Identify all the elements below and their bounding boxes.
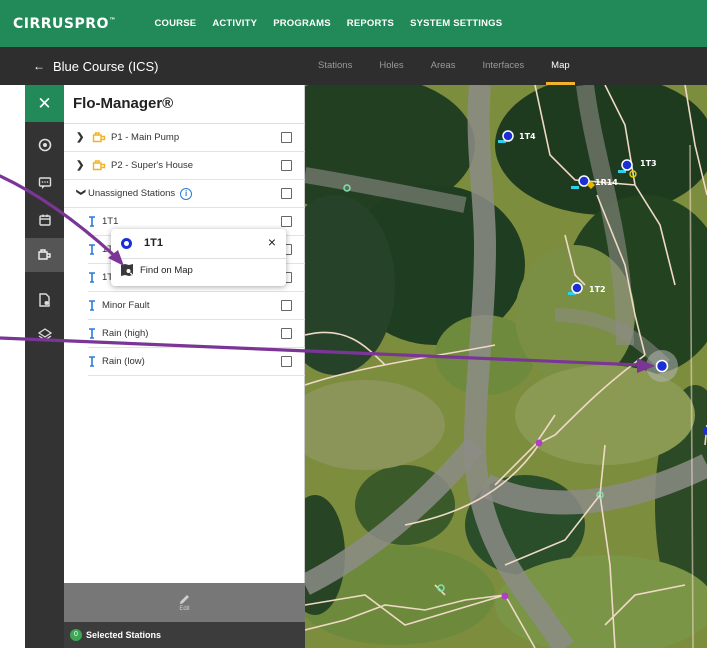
pump-icon [92, 132, 106, 143]
sprinkler-icon [89, 328, 95, 339]
rail-calendar-button[interactable] [25, 203, 64, 237]
sprinkler-icon [89, 272, 95, 283]
nav-programs[interactable]: PROGRAMS [273, 18, 331, 29]
selected-count-badge: 0 [70, 629, 82, 641]
map-search-icon[interactable] [120, 263, 134, 277]
tab-interfaces[interactable]: Interfaces [482, 47, 524, 85]
logo-text-cirrus: CIRRUS [13, 15, 75, 32]
flo-manager-panel: Flo-Manager® ❯ P1 - Main Pump ❯ P2 - Sup… [64, 85, 305, 648]
pencil-icon [180, 594, 189, 604]
edit-button[interactable]: Edit [64, 583, 305, 622]
course-subbar: ← Blue Course (ICS) Stations Holes Areas… [0, 47, 707, 85]
pump-checkbox[interactable] [281, 160, 292, 171]
station-checkbox[interactable] [281, 356, 292, 367]
tab-map[interactable]: Map [546, 47, 576, 85]
logo-trademark: ™ [108, 15, 117, 24]
station-label: 1T1 [102, 216, 119, 227]
pump-row[interactable]: ❯ P1 - Main Pump [64, 124, 305, 152]
cirruspro-logo[interactable]: CIRRUSPRO™ [13, 16, 116, 32]
nav-activity[interactable]: ACTIVITY [212, 18, 257, 29]
station-marker-icon [121, 238, 132, 249]
rail-pump-button[interactable] [25, 238, 64, 272]
pump-icon [38, 249, 51, 260]
course-tabs: Stations Holes Areas Interfaces Map [318, 47, 576, 85]
left-margin [0, 85, 25, 648]
unassigned-checkbox[interactable] [281, 188, 292, 199]
tab-stations[interactable]: Stations [318, 47, 352, 85]
document-icon [39, 293, 50, 307]
close-panel-button[interactable]: ✕ [25, 85, 64, 122]
pump-label: P2 - Super's House [111, 160, 194, 171]
rail-chat-button[interactable] [25, 166, 64, 200]
unassigned-stations-label: Unassigned Stations [88, 188, 176, 199]
station-popup: 1T1 × Find on Map [111, 229, 286, 286]
pump-icon [92, 160, 106, 171]
logo-text-pro: PRO [74, 15, 109, 32]
pump-checkbox[interactable] [281, 132, 292, 143]
calendar-icon [38, 214, 51, 226]
icon-rail: ✕ [25, 85, 64, 648]
close-icon: ✕ [37, 94, 52, 113]
selected-stations-bar: 0 Selected Stations [64, 622, 305, 648]
tab-holes[interactable]: Holes [379, 47, 403, 85]
station-row[interactable]: Minor Fault [88, 292, 305, 320]
rail-target-button[interactable] [25, 128, 64, 162]
pump-row[interactable]: ❯ P2 - Super's House [64, 152, 305, 180]
layers-icon [37, 328, 52, 341]
station-label: Rain (low) [102, 356, 145, 367]
marker-label: 1R14 [595, 178, 618, 187]
nav-system-settings[interactable]: SYSTEM SETTINGS [410, 18, 502, 29]
station-label: Minor Fault [102, 300, 150, 311]
chat-icon [38, 177, 51, 189]
find-on-map-button[interactable]: Find on Map [140, 265, 193, 276]
sprinkler-icon [89, 244, 95, 255]
marker-label: 1T4 [519, 132, 536, 141]
station-checkbox[interactable] [281, 328, 292, 339]
station-marker-1t1-highlighted[interactable] [646, 350, 678, 382]
popup-title: 1T1 [144, 237, 163, 249]
popup-divider [111, 258, 286, 259]
chevron-right-icon[interactable]: ❯ [76, 132, 86, 143]
marker-label: 1T3 [640, 159, 657, 168]
satellite-map[interactable]: 1T4 1T3 1R14 1T2 [305, 85, 707, 648]
marker-label: 1T2 [589, 285, 606, 294]
info-icon[interactable]: i [180, 187, 193, 200]
rail-layers-button[interactable] [25, 318, 64, 352]
chevron-down-icon[interactable]: ❯ [76, 189, 87, 199]
station-checkbox[interactable] [281, 216, 292, 227]
main-nav: COURSE ACTIVITY PROGRAMS REPORTS SYSTEM … [154, 18, 502, 29]
popup-close-icon[interactable]: × [268, 234, 276, 250]
pump-label: P1 - Main Pump [111, 132, 180, 143]
chevron-right-icon[interactable]: ❯ [76, 160, 86, 171]
course-name: Blue Course (ICS) [53, 58, 159, 74]
selected-stations-label: Selected Stations [86, 630, 162, 640]
back-to-course-button[interactable]: ← Blue Course (ICS) [33, 59, 158, 74]
panel-title: Flo-Manager® [73, 95, 174, 112]
sprinkler-icon [89, 356, 95, 367]
sprinkler-icon [89, 216, 95, 227]
back-arrow-icon: ← [33, 59, 45, 73]
unassigned-stations-row[interactable]: ❯ Unassigned Stations i [64, 180, 305, 208]
map-canvas[interactable]: 1T4 1T3 1R14 1T2 [305, 85, 707, 648]
nav-reports[interactable]: REPORTS [347, 18, 394, 29]
nav-course[interactable]: COURSE [154, 18, 196, 29]
edit-label: Edit [179, 605, 190, 612]
rail-document-button[interactable] [25, 283, 64, 317]
station-label: Rain (high) [102, 328, 149, 339]
sprinkler-icon [89, 300, 95, 311]
target-icon [38, 138, 51, 152]
station-checkbox[interactable] [281, 300, 292, 311]
tab-areas[interactable]: Areas [431, 47, 456, 85]
station-row[interactable]: Rain (low) [88, 348, 305, 376]
top-navigation-bar: CIRRUSPRO™ COURSE ACTIVITY PROGRAMS REPO… [0, 0, 707, 47]
station-row[interactable]: Rain (high) [88, 320, 305, 348]
